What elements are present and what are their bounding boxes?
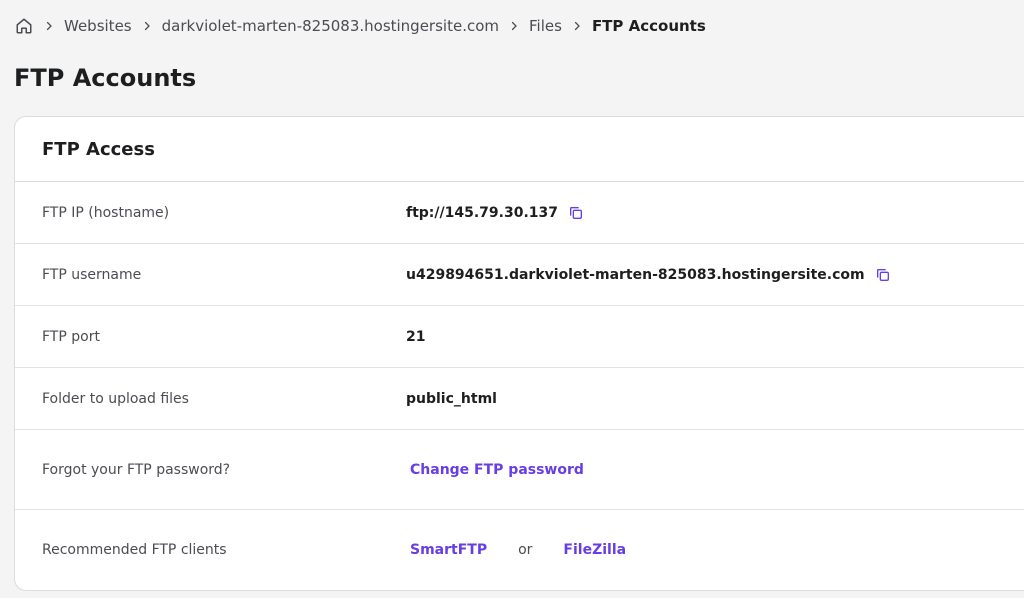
page-title: FTP Accounts — [14, 64, 197, 92]
filezilla-link[interactable]: FileZilla — [559, 542, 626, 558]
row-ftp-port: FTP port 21 — [15, 306, 1024, 368]
row-recommended-clients: Recommended FTP clients SmartFTP or File… — [15, 510, 1024, 590]
row-value-container: Change FTP password — [406, 462, 584, 478]
or-separator: or — [518, 542, 533, 558]
row-label: FTP IP (hostname) — [42, 204, 170, 221]
row-upload-folder: Folder to upload files public_html — [15, 368, 1024, 430]
row-ftp-ip: FTP IP (hostname) ftp://145.79.30.137 — [15, 182, 1024, 244]
upload-folder-value: public_html — [406, 390, 497, 407]
chevron-right-icon — [38, 16, 60, 36]
change-ftp-password-link[interactable]: Change FTP password — [406, 462, 584, 478]
breadcrumb-domain[interactable]: darkviolet-marten-825083.hostingersite.c… — [162, 17, 499, 35]
row-ftp-username: FTP username u429894651.darkviolet-marte… — [15, 244, 1024, 306]
card-title: FTP Access — [15, 117, 1024, 182]
row-value-container: u429894651.darkviolet-marten-825083.host… — [406, 267, 891, 283]
chevron-right-icon — [566, 16, 588, 36]
breadcrumb-websites[interactable]: Websites — [64, 17, 132, 35]
copy-icon[interactable] — [568, 205, 584, 221]
ftp-ip-value: ftp://145.79.30.137 — [406, 204, 558, 221]
row-label: Recommended FTP clients — [42, 542, 227, 558]
row-value-container: SmartFTP or FileZilla — [406, 542, 626, 558]
row-forgot-password: Forgot your FTP password? Change FTP pas… — [15, 430, 1024, 510]
ftp-username-value: u429894651.darkviolet-marten-825083.host… — [406, 266, 865, 283]
row-label: FTP port — [42, 328, 100, 345]
breadcrumb-current: FTP Accounts — [591, 17, 706, 35]
row-value-container: ftp://145.79.30.137 — [406, 205, 584, 221]
chevron-right-icon — [503, 16, 525, 36]
chevron-right-icon — [136, 16, 158, 36]
row-label: Forgot your FTP password? — [42, 461, 231, 478]
row-label: FTP username — [42, 266, 142, 283]
ftp-access-card: FTP Access FTP IP (hostname) ftp://145.7… — [14, 116, 1024, 591]
smartftp-link[interactable]: SmartFTP — [406, 542, 487, 558]
copy-icon[interactable] — [875, 267, 891, 283]
ftp-port-value: 21 — [406, 328, 426, 345]
breadcrumb: Websites darkviolet-marten-825083.hostin… — [14, 14, 706, 38]
home-icon[interactable] — [14, 16, 34, 36]
row-label: Folder to upload files — [42, 390, 189, 407]
breadcrumb-files[interactable]: Files — [529, 17, 562, 35]
